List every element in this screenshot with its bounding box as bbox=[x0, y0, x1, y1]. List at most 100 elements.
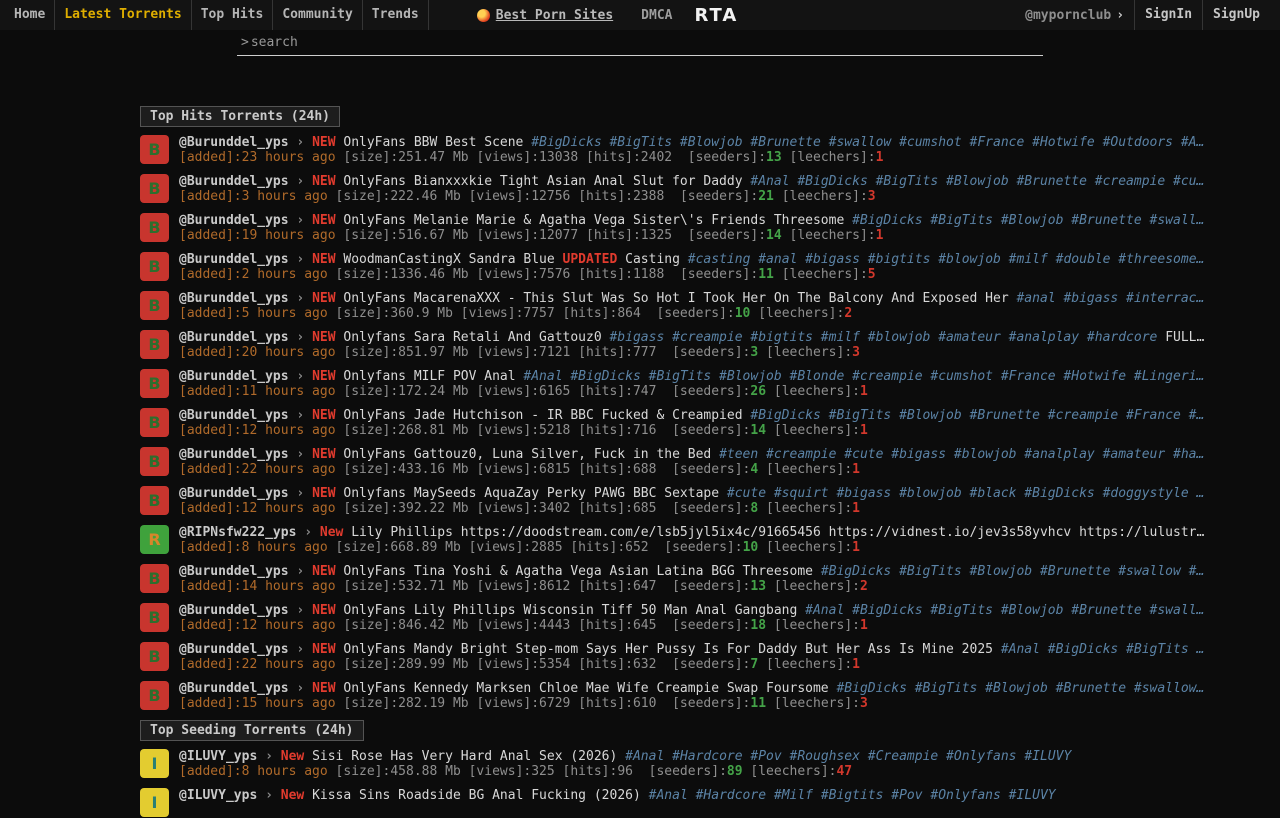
torrent-title-line[interactable]: @Burunddel_yps › NEW OnlyFans MacarenaXX… bbox=[179, 291, 1280, 306]
uploader-avatar[interactable]: B bbox=[140, 408, 169, 437]
torrent-title-line[interactable]: @Burunddel_yps › NEW OnlyFans Jade Hutch… bbox=[179, 408, 1280, 423]
nav-home[interactable]: Home bbox=[10, 0, 55, 30]
uploader-avatar[interactable]: I bbox=[140, 788, 169, 817]
torrent-title-text[interactable]: OnlyFans Jade Hutchison - IR BBC Fucked … bbox=[343, 408, 742, 423]
torrent-title-line[interactable]: @Burunddel_yps › NEW Onlyfans MILF POV A… bbox=[179, 369, 1280, 384]
uploader-name[interactable]: @Burunddel_yps bbox=[179, 213, 289, 228]
torrent-title-line[interactable]: @RIPNsfw222_yps › New Lily Phillips http… bbox=[179, 525, 1280, 540]
torrent-new-badge[interactable]: NEW bbox=[312, 213, 335, 228]
rta-logo[interactable]: RTA bbox=[694, 5, 738, 26]
torrent-title-line[interactable]: @ILUVY_yps › New Sisi Rose Has Very Hard… bbox=[179, 749, 1280, 764]
torrent-new-badge[interactable]: NEW bbox=[312, 252, 335, 267]
uploader-name[interactable]: @Burunddel_yps bbox=[179, 486, 289, 501]
uploader-avatar[interactable]: B bbox=[140, 564, 169, 593]
torrent-tags[interactable]: #Anal #BigDicks #BigTits #Blowjob #Brune… bbox=[805, 603, 1204, 618]
uploader-avatar[interactable]: B bbox=[140, 135, 169, 164]
torrent-new-badge[interactable]: NEW bbox=[312, 564, 335, 579]
uploader-name[interactable]: @Burunddel_yps bbox=[179, 681, 289, 696]
torrent-tags[interactable]: #BigDicks #BigTits #Blowjob #Brunette #s… bbox=[852, 213, 1204, 228]
search-input[interactable] bbox=[249, 34, 1041, 51]
torrent-title-text[interactable]: OnlyFans BBW Best Scene bbox=[343, 135, 523, 150]
torrent-new-badge[interactable]: NEW bbox=[312, 486, 335, 501]
torrent-title-text[interactable]: WoodmanCastingX Sandra Blue bbox=[343, 252, 554, 267]
uploader-avatar[interactable]: R bbox=[140, 525, 169, 554]
torrent-title-line[interactable]: @Burunddel_yps › NEW WoodmanCastingX San… bbox=[179, 252, 1280, 267]
nav-trends[interactable]: Trends bbox=[363, 0, 429, 30]
uploader-avatar[interactable]: B bbox=[140, 291, 169, 320]
uploader-avatar[interactable]: B bbox=[140, 213, 169, 242]
torrent-title-line[interactable]: @Burunddel_yps › NEW Onlyfans Sara Retal… bbox=[179, 330, 1280, 345]
uploader-name[interactable]: @Burunddel_yps bbox=[179, 291, 289, 306]
torrent-title-text[interactable]: Onlyfans Sara Retali And Gattouz0 bbox=[343, 330, 601, 345]
torrent-tags[interactable]: #Anal #BigDicks #BigTits … bbox=[1001, 642, 1205, 657]
dmca-link[interactable]: DMCA bbox=[641, 8, 672, 23]
uploader-avatar[interactable]: B bbox=[140, 603, 169, 632]
torrent-new-badge[interactable]: New bbox=[281, 749, 304, 764]
uploader-name[interactable]: @Burunddel_yps bbox=[179, 408, 289, 423]
uploader-avatar[interactable]: B bbox=[140, 252, 169, 281]
uploader-name[interactable]: @Burunddel_yps bbox=[179, 369, 289, 384]
signup-link[interactable]: SignUp bbox=[1202, 0, 1270, 30]
uploader-avatar[interactable]: B bbox=[140, 486, 169, 515]
torrent-title-text[interactable]: Casting bbox=[625, 252, 680, 267]
torrent-new-badge[interactable]: UPDATED bbox=[563, 252, 618, 267]
torrent-new-badge[interactable]: New bbox=[320, 525, 343, 540]
torrent-title-text[interactable]: Onlyfans MILF POV Anal bbox=[343, 369, 515, 384]
torrent-title-text[interactable]: OnlyFans MacarenaXXX - This Slut Was So … bbox=[343, 291, 1008, 306]
uploader-name[interactable]: @Burunddel_yps bbox=[179, 174, 289, 189]
torrent-tags[interactable]: #casting #anal #bigass #bigtits #blowjob… bbox=[688, 252, 1205, 267]
uploader-name[interactable]: @Burunddel_yps bbox=[179, 135, 289, 150]
torrent-tags[interactable]: #Anal #BigDicks #BigTits #Blowjob #Brune… bbox=[750, 174, 1204, 189]
torrent-title-text[interactable]: Kissa Sins Roadside BG Anal Fucking (202… bbox=[312, 788, 641, 803]
torrent-new-badge[interactable]: NEW bbox=[312, 447, 335, 462]
uploader-avatar[interactable]: I bbox=[140, 749, 169, 778]
torrent-title-text[interactable]: OnlyFans Bianxxxkie Tight Asian Anal Slu… bbox=[343, 174, 742, 189]
torrent-title-line[interactable]: @Burunddel_yps › NEW OnlyFans Kennedy Ma… bbox=[179, 681, 1280, 696]
uploader-avatar[interactable]: B bbox=[140, 447, 169, 476]
nav-community[interactable]: Community bbox=[273, 0, 362, 30]
torrent-title-line[interactable]: @Burunddel_yps › NEW OnlyFans Gattouz0, … bbox=[179, 447, 1280, 462]
account-link[interactable]: @mypornclub › bbox=[1025, 8, 1134, 23]
uploader-avatar[interactable]: B bbox=[140, 642, 169, 671]
torrent-new-badge[interactable]: NEW bbox=[312, 603, 335, 618]
torrent-tags[interactable]: #anal #bigass #interrac… bbox=[1016, 291, 1204, 306]
torrent-tags[interactable]: #Anal #BigDicks #BigTits #Blowjob #Blond… bbox=[523, 369, 1204, 384]
torrent-tags[interactable]: #Anal #Hardcore #Pov #Roughsex #Creampie… bbox=[625, 749, 1071, 764]
torrent-new-badge[interactable]: NEW bbox=[312, 681, 335, 696]
torrent-tags[interactable]: #BigDicks #BigTits #Blowjob #Brunette #c… bbox=[750, 408, 1204, 423]
torrent-title-line[interactable]: @Burunddel_yps › NEW Onlyfans MaySeeds A… bbox=[179, 486, 1280, 501]
torrent-title-text[interactable]: Lily Phillips https://doodstream.com/e/l… bbox=[351, 525, 1204, 540]
torrent-new-badge[interactable]: New bbox=[281, 788, 304, 803]
uploader-name[interactable]: @Burunddel_yps bbox=[179, 642, 289, 657]
torrent-tags[interactable]: #BigDicks #BigTits #Blowjob #Brunette #s… bbox=[836, 681, 1204, 696]
torrent-tags[interactable]: #cute #squirt #bigass #blowjob #black #B… bbox=[727, 486, 1204, 501]
torrent-title-text[interactable]: Onlyfans MaySeeds AquaZay Perky PAWG BBC… bbox=[343, 486, 719, 501]
torrent-new-badge[interactable]: NEW bbox=[312, 174, 335, 189]
torrent-title-text[interactable]: OnlyFans Mandy Bright Step-mom Says Her … bbox=[343, 642, 993, 657]
uploader-name[interactable]: @ILUVY_yps bbox=[179, 788, 257, 803]
torrent-new-badge[interactable]: NEW bbox=[312, 369, 335, 384]
uploader-name[interactable]: @Burunddel_yps bbox=[179, 603, 289, 618]
signin-link[interactable]: SignIn bbox=[1134, 0, 1202, 30]
uploader-name[interactable]: @Burunddel_yps bbox=[179, 252, 289, 267]
uploader-name[interactable]: @Burunddel_yps bbox=[179, 564, 289, 579]
torrent-new-badge[interactable]: NEW bbox=[312, 291, 335, 306]
uploader-name[interactable]: @Burunddel_yps bbox=[179, 447, 289, 462]
uploader-avatar[interactable]: B bbox=[140, 369, 169, 398]
torrent-title-text[interactable]: OnlyFans Lily Phillips Wisconsin Tiff 50… bbox=[343, 603, 797, 618]
torrent-title-line[interactable]: @Burunddel_yps › NEW OnlyFans Melanie Ma… bbox=[179, 213, 1280, 228]
torrent-title-text[interactable]: OnlyFans Kennedy Marksen Chloe Mae Wife … bbox=[343, 681, 828, 696]
torrent-new-badge[interactable]: NEW bbox=[312, 330, 335, 345]
torrent-tags[interactable]: #Anal #Hardcore #Milf #Bigtits #Pov #Onl… bbox=[649, 788, 1056, 803]
nav-latest-torrents[interactable]: Latest Torrents bbox=[55, 0, 191, 30]
torrent-tags[interactable]: #BigDicks #BigTits #Blowjob #Brunette #s… bbox=[821, 564, 1205, 579]
best-porn-sites-link[interactable]: Best Porn Sites bbox=[477, 8, 613, 23]
torrent-new-badge[interactable]: NEW bbox=[312, 135, 335, 150]
uploader-name[interactable]: @Burunddel_yps bbox=[179, 330, 289, 345]
uploader-name[interactable]: @RIPNsfw222_yps bbox=[179, 525, 296, 540]
torrent-title-text[interactable]: OnlyFans Melanie Marie & Agatha Vega Sis… bbox=[343, 213, 844, 228]
uploader-avatar[interactable]: B bbox=[140, 681, 169, 710]
torrent-title-line[interactable]: @Burunddel_yps › NEW OnlyFans Tina Yoshi… bbox=[179, 564, 1280, 579]
nav-top-hits[interactable]: Top Hits bbox=[192, 0, 274, 30]
torrent-title-text[interactable]: Sisi Rose Has Very Hard Anal Sex (2026) bbox=[312, 749, 617, 764]
